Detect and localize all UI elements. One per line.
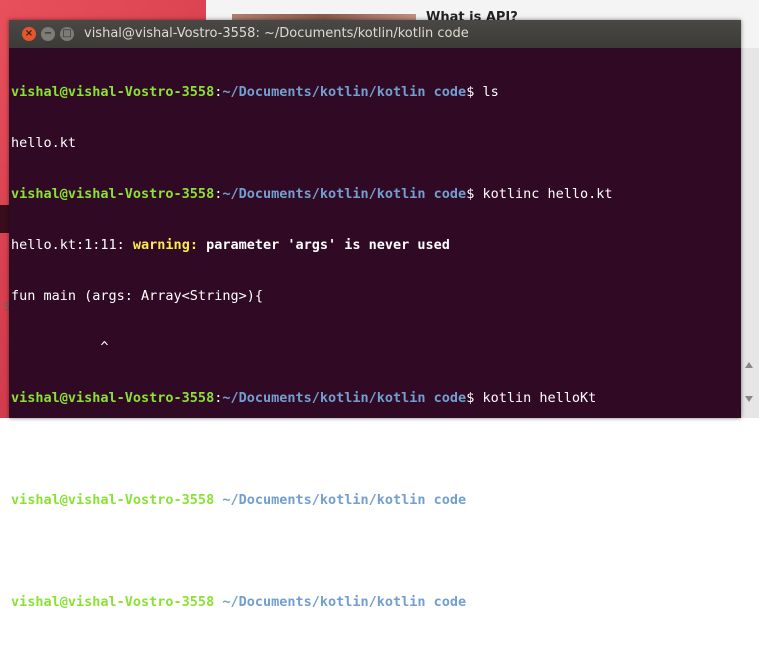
prompt-colon: : [214,594,223,610]
prompt-path: ~/Documents/kotlin/kotlin code [222,186,467,202]
prompt-path: ~/Documents/kotlin/kotlin code [222,594,467,610]
minimize-icon[interactable]: − [41,27,55,41]
terminal-window[interactable]: × − □ vishal@vishal-Vostro-3558: ~/Docum… [9,20,741,610]
command-text: kotlinc hello.kt [474,186,613,202]
prompt-user-host: vishal@vishal-Vostro-3558 [11,186,215,202]
command-text: ls [474,84,499,100]
prompt-user-host: vishal@vishal-Vostro-3558 [11,492,215,508]
prompt-path: ~/Documents/kotlin/kotlin code [222,84,467,100]
terminal-line-prompt: vishal@vishal-Vostro-3558:~/Documents/ko… [11,84,741,101]
terminal-code-line: fun main (args: Array<String>){ [11,288,263,304]
warning-location: hello.kt:1:11: [11,237,133,253]
window-titlebar[interactable]: × − □ vishal@vishal-Vostro-3558: ~/Docum… [9,20,741,48]
terminal-output-line: hello.kt [11,135,77,151]
terminal-line-prompt-active: vishal@vishal-Vostro-3558:~/Documents/ko… [11,594,741,611]
prompt-user-host: vishal@vishal-Vostro-3558 [11,84,215,100]
prompt-user-host: vishal@vishal-Vostro-3558 [11,390,215,406]
command-text: kotlin HelloKt [474,492,597,508]
prompt-path: ~/Documents/kotlin/kotlin code [222,390,467,406]
error-line: error: could not find or load main class… [11,441,402,457]
warning-message: parameter 'args' is never used [197,237,450,253]
prompt-symbol: $ [466,594,475,610]
close-icon[interactable]: × [22,27,36,41]
text-cursor [482,594,491,609]
terminal-caret-line: ^ [11,339,109,355]
terminal-output-line: Hello From Linux world [11,543,190,559]
warning-line: hello.kt:1:11: warning: parameter 'args'… [11,237,741,254]
terminal-line-prompt: vishal@vishal-Vostro-3558:~/Documents/ko… [11,390,741,407]
prompt-user-host: vishal@vishal-Vostro-3558 [11,594,215,610]
maximize-icon[interactable]: □ [60,27,74,41]
prompt-symbol: $ [466,492,475,508]
terminal-output[interactable]: vishal@vishal-Vostro-3558:~/Documents/ko… [9,48,741,645]
terminal-line-prompt: vishal@vishal-Vostro-3558:~/Documents/ko… [11,492,741,509]
command-input[interactable] [474,594,482,610]
scroll-down-arrow-icon[interactable] [745,396,753,402]
prompt-path: ~/Documents/kotlin/kotlin code [222,492,467,508]
scroll-up-arrow-icon[interactable] [745,362,753,368]
warning-label: warning: [132,237,198,253]
prompt-colon: : [214,492,223,508]
command-text: kotlin helloKt [474,390,597,406]
window-title: vishal@vishal-Vostro-3558: ~/Documents/k… [84,26,469,41]
terminal-line-prompt: vishal@vishal-Vostro-3558:~/Documents/ko… [11,186,741,203]
